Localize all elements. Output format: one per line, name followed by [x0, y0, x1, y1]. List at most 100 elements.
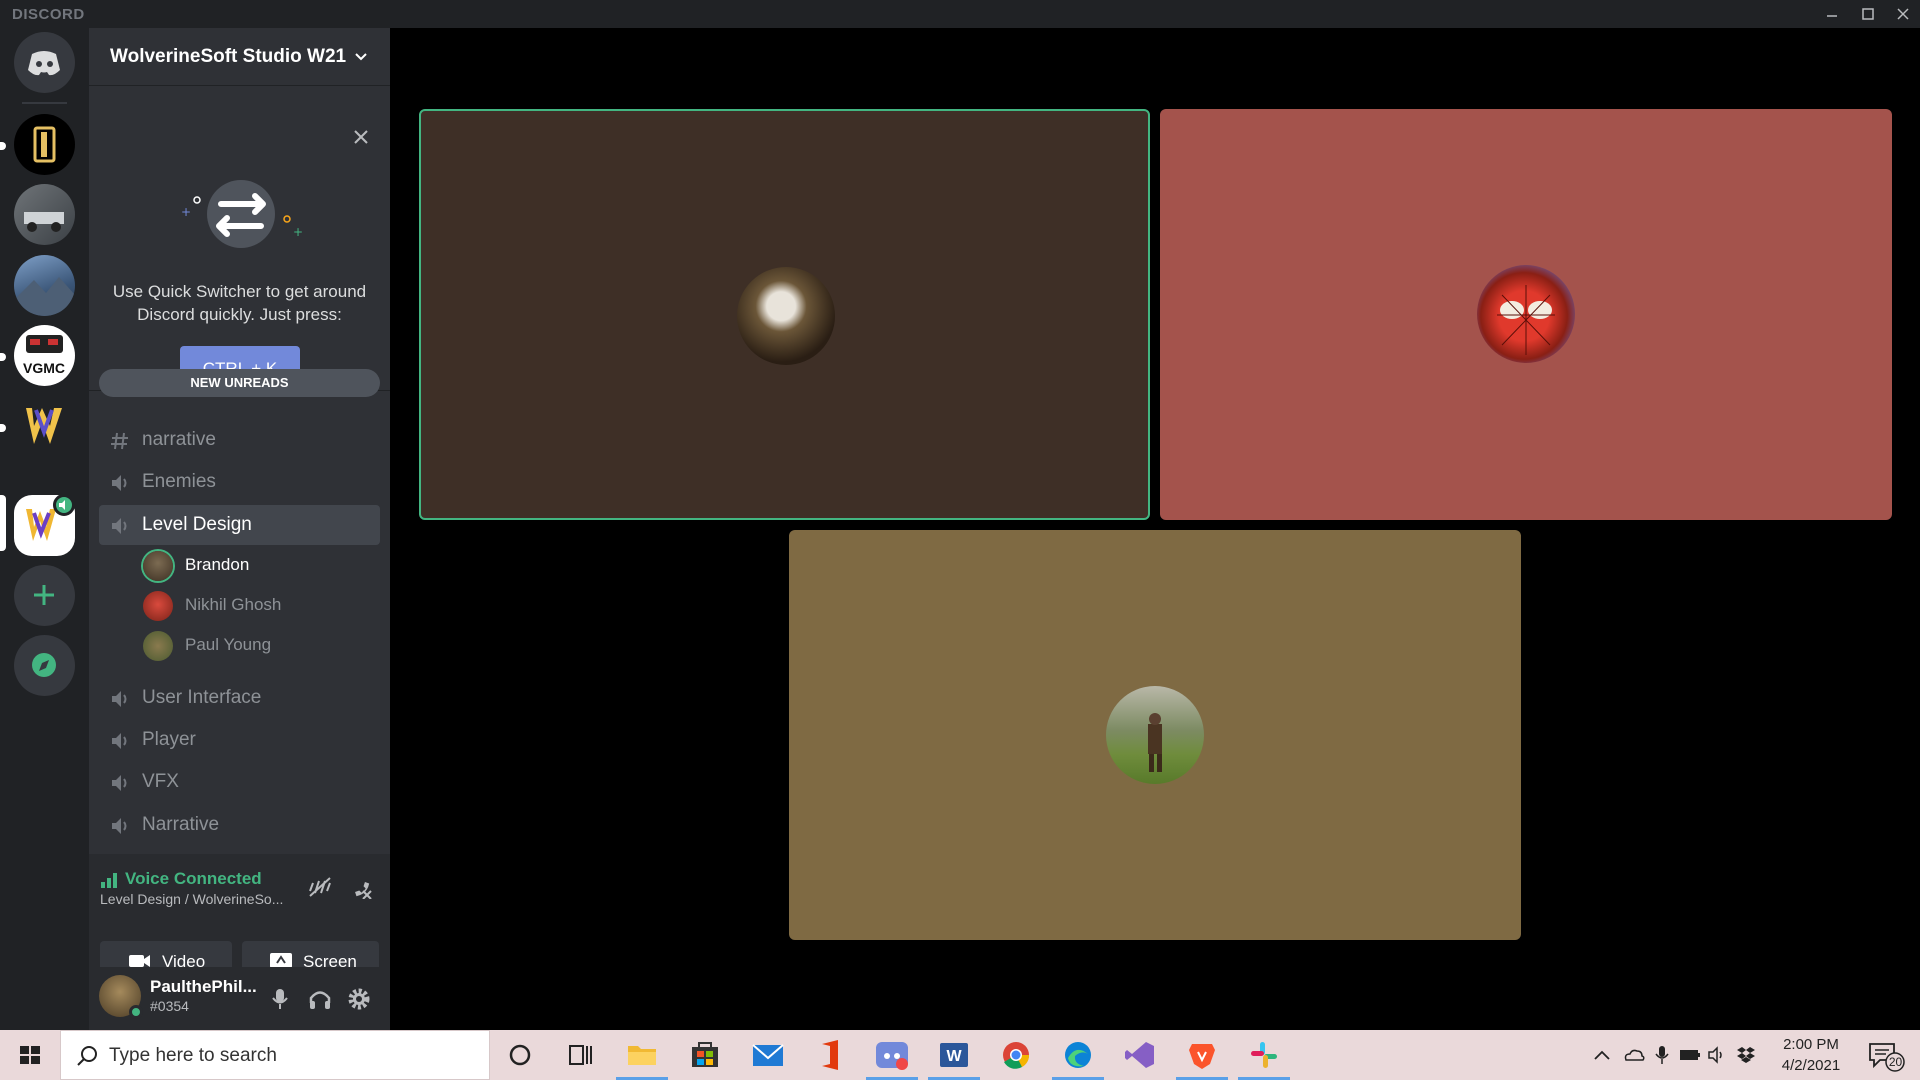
voice-user-name: Brandon — [185, 555, 250, 574]
title-bar: DISCORD — [0, 0, 1920, 28]
spiderman-avatar — [1477, 265, 1575, 363]
windows-taskbar: Type here to search W 2:00 PM 4/2/2021 2… — [0, 1030, 1920, 1080]
chevron-down-icon — [352, 48, 370, 71]
server-icon-vehicle[interactable] — [14, 184, 75, 245]
file-explorer-icon[interactable] — [612, 1030, 672, 1080]
server-rail: VGMC — [0, 28, 89, 1030]
voice-channel-player[interactable]: Player — [99, 720, 380, 760]
add-server-button[interactable] — [14, 565, 75, 626]
voice-location[interactable]: Level Design / WolverineSo... — [100, 891, 300, 907]
visual-studio-icon[interactable] — [1110, 1030, 1170, 1080]
svg-text:W: W — [946, 1048, 962, 1065]
home-discord-icon[interactable] — [14, 32, 75, 93]
app-brand: DISCORD — [12, 6, 85, 23]
selected-indicator — [0, 495, 6, 551]
video-tile-brandon[interactable] — [419, 109, 1150, 520]
unread-indicator — [0, 424, 6, 432]
disconnect-call-icon[interactable] — [347, 875, 373, 904]
user-tag[interactable]: #0354 — [150, 998, 189, 1014]
voice-channel-user-interface[interactable]: User Interface — [99, 678, 380, 718]
channel-label: Player — [142, 729, 196, 750]
voice-user-paul-young[interactable]: Paul Young — [143, 627, 373, 663]
speaker-icon — [109, 772, 131, 794]
word-icon[interactable]: W — [924, 1030, 984, 1080]
mail-icon[interactable] — [738, 1030, 798, 1080]
voice-channel-enemies[interactable]: Enemies — [99, 462, 380, 502]
speaker-icon — [109, 688, 131, 710]
speaker-icon — [109, 730, 131, 752]
svg-text:+: + — [181, 205, 191, 219]
video-tile-paul-young[interactable] — [789, 530, 1521, 940]
server-icon-gold[interactable] — [14, 114, 75, 175]
speaker-icon — [109, 515, 131, 537]
voice-user-name: Nikhil Ghosh — [185, 595, 282, 614]
taskbar-clock[interactable]: 2:00 PM 4/2/2021 — [1766, 1034, 1856, 1076]
svg-text:VGMC: VGMC — [23, 360, 65, 376]
microphone-icon[interactable] — [266, 985, 294, 1013]
cortana-icon[interactable] — [490, 1030, 550, 1080]
channel-label: Narrative — [142, 814, 220, 835]
microphone-tray-icon[interactable] — [1652, 1044, 1672, 1071]
channel-label: narrative — [142, 429, 216, 450]
guild-header[interactable]: WolverineSoft Studio W21 — [89, 28, 390, 86]
unread-indicator — [0, 353, 6, 361]
video-tile-nikhil-ghosh[interactable] — [1160, 109, 1892, 520]
noise-suppression-icon[interactable] — [307, 875, 333, 904]
windows-start-icon[interactable] — [0, 1030, 60, 1080]
server-icon-vgmc[interactable]: VGMC — [14, 325, 75, 386]
channel-label: VFX — [142, 771, 179, 792]
notification-count: 20 — [1888, 1055, 1903, 1069]
search-placeholder: Type here to search — [109, 1045, 277, 1066]
voice-channel-vfx[interactable]: VFX — [99, 762, 380, 802]
volume-icon[interactable] — [1706, 1045, 1730, 1070]
warrior-avatar — [1106, 686, 1204, 784]
system-tray — [1590, 1030, 1760, 1080]
channel-sidebar: WolverineSoft Studio W21 + + Use Quick S… — [89, 28, 390, 1030]
onedrive-icon[interactable] — [1622, 1045, 1646, 1070]
channel-label: User Interface — [142, 687, 262, 708]
svg-text:+: + — [293, 225, 303, 239]
avatar — [143, 631, 173, 661]
speaker-icon — [109, 472, 131, 494]
dropbox-icon[interactable] — [1734, 1044, 1758, 1071]
new-unreads-bar[interactable]: NEW UNREADS — [99, 369, 380, 397]
video-grid — [390, 28, 1920, 1030]
voice-user-nikhil-ghosh[interactable]: Nikhil Ghosh — [143, 587, 373, 623]
voice-status[interactable]: Voice Connected — [125, 869, 262, 889]
chevron-up-icon[interactable] — [1590, 1045, 1614, 1070]
channel-narrative-text[interactable]: narrative — [99, 420, 380, 460]
minimize-icon[interactable] — [1822, 4, 1842, 24]
task-view-icon[interactable] — [550, 1030, 610, 1080]
gear-icon[interactable] — [345, 985, 373, 1013]
maximize-icon[interactable] — [1858, 4, 1878, 24]
username[interactable]: PaulthePhil... — [150, 977, 257, 997]
close-window-icon[interactable] — [1893, 4, 1913, 24]
server-icon-wolverinesoft[interactable] — [14, 396, 75, 457]
voice-user-brandon[interactable]: Brandon — [143, 547, 373, 583]
office-icon[interactable] — [800, 1030, 860, 1080]
brave-icon[interactable] — [1172, 1030, 1232, 1080]
notification-center-icon[interactable]: 20 — [1866, 1038, 1906, 1072]
voice-channel-narrative[interactable]: Narrative — [99, 805, 380, 845]
edge-icon[interactable] — [1048, 1030, 1108, 1080]
battery-icon[interactable] — [1678, 1046, 1702, 1069]
voice-channel-level-design[interactable]: Level Design — [99, 505, 380, 545]
tip-text: Use Quick Switcher to get around Discord… — [112, 282, 367, 324]
discord-taskbar-icon[interactable] — [862, 1030, 922, 1080]
store-icon[interactable] — [675, 1030, 735, 1080]
user-panel: PaulthePhil... #0354 — [89, 967, 390, 1030]
hashtag-icon — [109, 430, 131, 452]
close-icon[interactable] — [352, 128, 370, 151]
avatar — [143, 551, 173, 581]
speaker-icon — [109, 815, 131, 837]
chrome-icon[interactable] — [986, 1030, 1046, 1080]
switch-arrows-icon: + + — [175, 156, 305, 266]
slack-icon[interactable] — [1234, 1030, 1294, 1080]
server-icon-mountains[interactable] — [14, 255, 75, 316]
explore-servers-compass-icon[interactable] — [14, 635, 75, 696]
headphones-icon[interactable] — [306, 985, 334, 1013]
taskbar-search-box[interactable]: Type here to search — [60, 1030, 490, 1080]
guild-name: WolverineSoft Studio W21 — [110, 46, 347, 67]
speaker-badge-icon — [53, 494, 75, 516]
search-icon — [75, 1044, 99, 1073]
